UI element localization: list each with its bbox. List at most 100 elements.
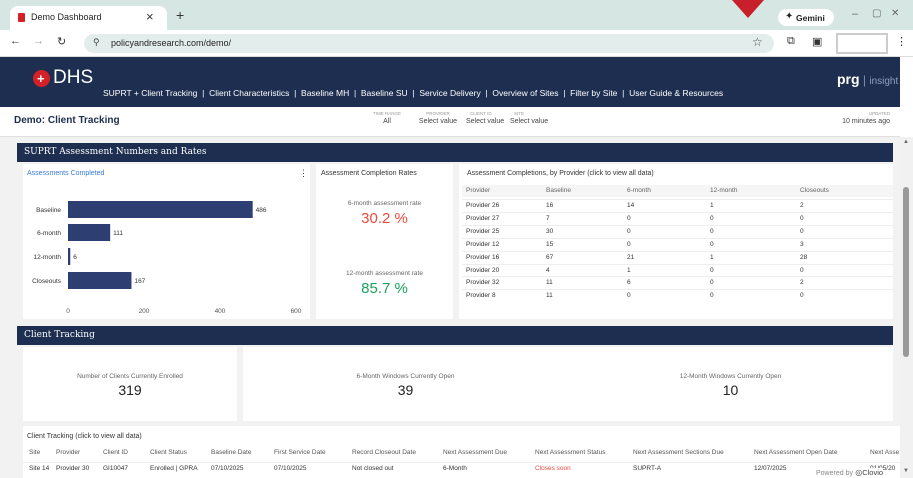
column-header[interactable]: Baseline Date xyxy=(211,449,251,456)
section-header-suprt: SUPRT Assessment Numbers and Rates xyxy=(17,143,893,162)
column-header[interactable]: Provider xyxy=(466,187,490,194)
filter-site[interactable]: SITE Select value xyxy=(510,111,554,125)
dhs-logo-text: DHS xyxy=(53,67,94,88)
url-field[interactable]: ⚲ policyandresearch.com/demo/ ☆ xyxy=(84,34,774,53)
chart-menu-icon[interactable]: ⋮ xyxy=(299,168,308,179)
column-header[interactable]: Next Assessment Sections Due xyxy=(633,449,724,456)
table-cell: Provider 16 xyxy=(466,253,500,261)
nav-item[interactable]: Baseline SU xyxy=(361,88,408,98)
column-header[interactable]: Closeouts xyxy=(800,187,829,194)
data-label: 486 xyxy=(256,207,267,214)
bookmark-star-icon[interactable]: ☆ xyxy=(752,35,763,49)
column-header[interactable]: Next Asse xyxy=(870,449,899,456)
data-label: 6 xyxy=(73,254,77,261)
table-cell: 07/10/2025 xyxy=(274,465,307,472)
nav-item[interactable]: Service Delivery xyxy=(419,88,480,98)
browser-tab-strip: Demo Dashboard × + ✦ Gemini – ▢ ✕ xyxy=(0,0,913,30)
filter-provider[interactable]: PROVIDER Select value xyxy=(416,111,460,125)
column-header[interactable]: 6-month xyxy=(627,187,651,194)
nav-item[interactable]: Filter by Site xyxy=(570,88,617,98)
kpi-value: 10 xyxy=(722,382,739,398)
provider-table-title[interactable]: Assessment Completions, by Provider (cli… xyxy=(467,170,654,177)
bar[interactable] xyxy=(68,248,71,265)
table-row[interactable]: Provider 12 15 0 0 3 xyxy=(462,237,893,250)
column-header[interactable]: Next Assessment Open Date xyxy=(754,449,837,456)
column-header[interactable]: Provider xyxy=(56,449,80,456)
assessments-bar-chart: Baseline 486 6-month 111 12-month 6 Closeouts 1… xyxy=(32,201,302,315)
column-header[interactable]: Client ID xyxy=(103,449,128,456)
filter-value: Select value xyxy=(418,118,458,125)
kpi-label: 12-Month Windows Currently Open xyxy=(679,373,782,380)
x-tick-label: 200 xyxy=(139,308,150,315)
extensions-icon[interactable]: ⧉ xyxy=(787,35,795,48)
table-cell: 0 xyxy=(800,214,804,222)
column-header[interactable]: Record Closeout Date xyxy=(352,449,416,456)
data-label: 111 xyxy=(113,230,123,237)
filter-time-range[interactable]: TIME RANGE All xyxy=(367,111,407,125)
scroll-up-icon[interactable]: ▲ xyxy=(903,139,909,145)
table-cell: Provider 12 xyxy=(466,240,500,248)
table-cell: 2 xyxy=(800,279,804,287)
filter-client-id[interactable]: CLIENT ID Select value xyxy=(466,111,510,125)
table-cell: 4 xyxy=(546,266,550,274)
profile-button[interactable] xyxy=(836,33,888,54)
rates-title: Assessment Completion Rates xyxy=(321,170,417,177)
nav-item[interactable]: Client Characteristics xyxy=(209,88,289,98)
prg-brand: prg | insight xyxy=(837,71,899,87)
nav-item[interactable]: Overview of Sites xyxy=(492,88,558,98)
provider-table-card[interactable]: Assessment Completions, by Provider (cli… xyxy=(459,164,893,319)
forward-icon[interactable]: → xyxy=(33,35,44,47)
column-header[interactable]: 12-month xyxy=(710,187,737,194)
table-row[interactable]: Provider 27 7 0 0 0 xyxy=(462,211,893,224)
back-icon[interactable]: ← xyxy=(10,35,21,47)
tracking-table-title[interactable]: Client Tracking (click to view all data) xyxy=(27,433,142,440)
close-window-button[interactable]: ✕ xyxy=(891,8,899,19)
table-cell: 0 xyxy=(627,292,631,300)
bar[interactable] xyxy=(68,201,253,218)
category-label: 12-month xyxy=(34,254,62,261)
reload-icon[interactable]: ↻ xyxy=(57,35,66,48)
column-header[interactable]: Next Assessment Due xyxy=(443,449,507,456)
client-tracking-table: Site Provider Client ID Client Status Baseli… xyxy=(23,447,900,478)
column-header[interactable]: Site xyxy=(29,449,40,456)
table-row[interactable]: Provider 26 16 14 1 2 xyxy=(462,199,893,211)
new-tab-button[interactable]: + xyxy=(176,7,184,23)
filter-label: SITE xyxy=(514,111,525,116)
table-cell: Provider 27 xyxy=(466,214,500,222)
site-info-icon[interactable]: ⚲ xyxy=(93,37,100,48)
table-row[interactable]: Provider 25 30 0 0 0 xyxy=(462,224,893,237)
table-row[interactable]: Site 14 Provider 30 GI10047 Enrolled | GPRA… xyxy=(23,462,900,474)
minimize-button[interactable]: – xyxy=(852,8,858,20)
nav-item[interactable]: User Guide & Resources xyxy=(629,88,723,98)
page-scrollbar[interactable]: ▲ ▼ xyxy=(900,137,913,478)
column-header[interactable]: First Service Date xyxy=(274,449,326,456)
scroll-down-icon[interactable]: ▼ xyxy=(903,468,909,474)
table-cell: 07/10/2025 xyxy=(211,465,244,472)
menu-kebab-icon[interactable]: ⋮ xyxy=(896,35,907,48)
bar[interactable] xyxy=(68,272,132,289)
table-row[interactable]: Provider 20 4 1 0 0 xyxy=(462,263,893,276)
updated-info: UPDATED 10 minutes ago xyxy=(820,111,890,125)
client-tracking-table-card[interactable]: Client Tracking (click to view all data)… xyxy=(23,426,900,478)
table-cell: 30 xyxy=(546,227,554,235)
column-header[interactable]: Next Assessment Status xyxy=(535,449,605,456)
chart-title[interactable]: Assessments Completed xyxy=(27,170,104,177)
restore-button[interactable]: ▢ xyxy=(872,8,881,19)
column-header[interactable]: Baseline xyxy=(546,187,571,194)
sidepanel-icon[interactable]: ▣ xyxy=(812,35,822,48)
nav-item[interactable]: Baseline MH xyxy=(301,88,349,98)
gemini-button[interactable]: ✦ Gemini xyxy=(778,9,834,26)
table-row[interactable]: Provider 32 11 6 0 2 xyxy=(462,276,893,288)
nav-item[interactable]: SUPRT + Client Tracking xyxy=(103,88,197,98)
tab-close-icon[interactable]: × xyxy=(146,9,154,24)
category-label: Baseline xyxy=(36,207,61,214)
scrollbar-thumb[interactable] xyxy=(903,187,909,357)
table-cell: 0 xyxy=(627,240,631,248)
column-header[interactable]: Client Status xyxy=(150,449,187,456)
address-bar-row: ← → ↻ ⚲ policyandresearch.com/demo/ ☆ ⧉ … xyxy=(0,30,913,57)
table-cell: 0 xyxy=(710,266,714,274)
table-row[interactable]: Provider 16 67 21 1 28 xyxy=(462,250,893,263)
table-row[interactable]: Provider 8 11 0 0 0 xyxy=(462,289,893,301)
bar[interactable] xyxy=(68,224,111,241)
browser-tab[interactable]: Demo Dashboard × xyxy=(10,6,167,30)
